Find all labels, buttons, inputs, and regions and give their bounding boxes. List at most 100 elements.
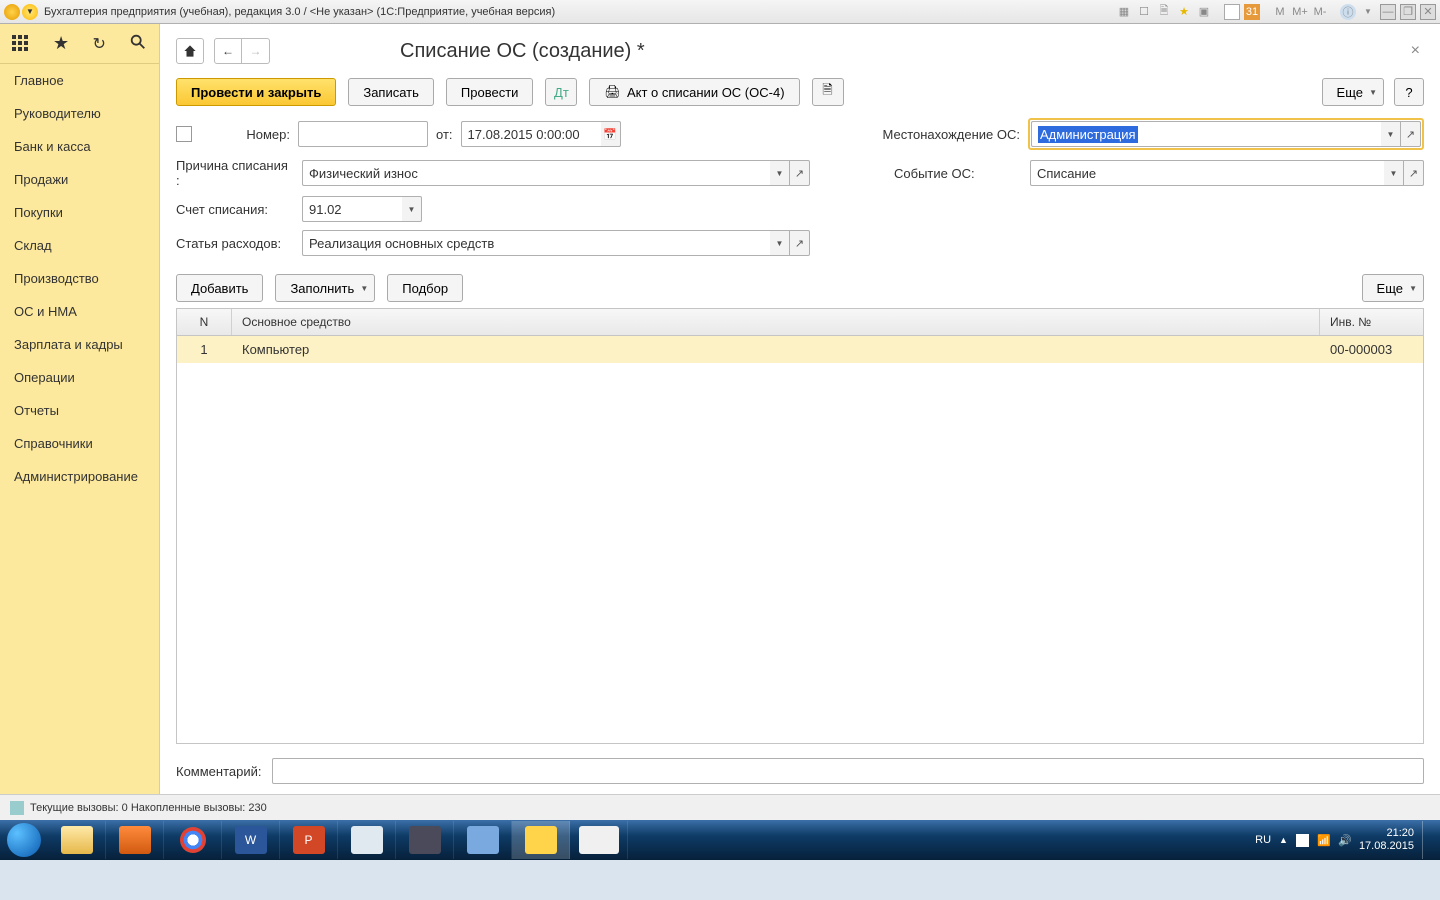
draft-checkbox[interactable]: [176, 126, 192, 142]
task-notes[interactable]: [454, 821, 512, 859]
comment-input[interactable]: [272, 758, 1425, 784]
sidebar-item-reports[interactable]: Отчеты: [0, 394, 159, 427]
add-button[interactable]: Добавить: [176, 274, 263, 302]
search-icon[interactable]: [129, 33, 147, 54]
sidebar-item-warehouse[interactable]: Склад: [0, 229, 159, 262]
sidebar-item-purchases[interactable]: Покупки: [0, 196, 159, 229]
maximize-button[interactable]: ❐: [1400, 4, 1416, 20]
th-inv[interactable]: Инв. №: [1320, 309, 1423, 335]
task-powerpoint[interactable]: P: [280, 821, 338, 859]
sidebar-item-admin[interactable]: Администрирование: [0, 460, 159, 493]
start-button[interactable]: [0, 820, 48, 860]
apps-icon[interactable]: [12, 35, 30, 53]
sidebar: ★ ↻ Главное Руководителю Банк и касса Пр…: [0, 24, 160, 794]
task-1c[interactable]: [512, 821, 570, 859]
tray-arrow-icon[interactable]: ▲: [1279, 835, 1288, 845]
event-label: Событие ОС:: [894, 166, 1022, 181]
favorite-icon[interactable]: ★: [53, 33, 69, 54]
sidebar-item-production[interactable]: Производство: [0, 262, 159, 295]
dropdown-icon[interactable]: ▼: [1381, 121, 1401, 147]
language-indicator[interactable]: RU: [1255, 834, 1271, 846]
minimize-button[interactable]: —: [1380, 4, 1396, 20]
task-media[interactable]: [106, 821, 164, 859]
task-word[interactable]: W: [222, 821, 280, 859]
back-button[interactable]: ←: [214, 38, 242, 64]
close-button[interactable]: ✕: [1420, 4, 1436, 20]
act-button[interactable]: 🖨 Акт о списании ОС (ОС-4): [589, 78, 799, 106]
task-explorer[interactable]: [48, 821, 106, 859]
show-desktop-button[interactable]: [1422, 821, 1430, 859]
m-button[interactable]: M: [1272, 4, 1288, 20]
task-app2[interactable]: [570, 821, 628, 859]
sidebar-item-catalogs[interactable]: Справочники: [0, 427, 159, 460]
sidebar-item-operations[interactable]: Операции: [0, 361, 159, 394]
toolbar-icon-3[interactable]: 🗎: [1156, 4, 1172, 20]
task-app1[interactable]: [396, 821, 454, 859]
sidebar-item-bank[interactable]: Банк и касса: [0, 130, 159, 163]
forward-button[interactable]: →: [242, 38, 270, 64]
open-ref-icon[interactable]: ↗: [790, 160, 810, 186]
toolbar-icon-5[interactable]: ▣: [1196, 4, 1212, 20]
calendar-icon[interactable]: 📅: [601, 121, 621, 147]
event-combo[interactable]: Списание ▼ ↗: [1030, 160, 1424, 186]
record-button[interactable]: Записать: [348, 78, 434, 106]
tray-flag-icon[interactable]: 🏳: [1296, 834, 1309, 847]
windows-taskbar: W P RU ▲ 🏳 📶 🔊 21:20 17.08.2015: [0, 820, 1440, 860]
m-minus-button[interactable]: M-: [1312, 4, 1328, 20]
th-n[interactable]: N: [177, 309, 232, 335]
sidebar-item-main[interactable]: Главное: [0, 64, 159, 97]
th-name[interactable]: Основное средство: [232, 309, 1320, 335]
table-row[interactable]: 1 Компьютер 00-000003: [177, 336, 1423, 363]
fill-button[interactable]: Заполнить: [275, 274, 375, 302]
expense-combo[interactable]: Реализация основных средств ▼ ↗: [302, 230, 810, 256]
location-combo[interactable]: Администрация ▼ ↗: [1031, 121, 1421, 147]
m-plus-button[interactable]: M+: [1292, 4, 1308, 20]
close-tab-button[interactable]: ×: [1407, 38, 1424, 64]
more-button[interactable]: Еще: [1322, 78, 1384, 106]
sidebar-item-hr[interactable]: Зарплата и кадры: [0, 328, 159, 361]
sidebar-item-sales[interactable]: Продажи: [0, 163, 159, 196]
number-input[interactable]: [298, 121, 428, 147]
post-button[interactable]: Провести: [446, 78, 534, 106]
dropdown-icon[interactable]: ▼: [1384, 160, 1404, 186]
info-icon[interactable]: ⓘ: [1340, 4, 1356, 20]
sidebar-item-assets[interactable]: ОС и НМА: [0, 295, 159, 328]
number-label: Номер:: [200, 127, 290, 142]
print-icon: 🖨: [604, 84, 621, 100]
attach-button[interactable]: 🗎: [812, 78, 844, 106]
open-ref-icon[interactable]: ↗: [790, 230, 810, 256]
calc-icon[interactable]: 31: [1244, 4, 1260, 20]
dropdown-icon[interactable]: ▼: [770, 160, 790, 186]
table-more-button[interactable]: Еще: [1362, 274, 1424, 302]
min-dropdown-icon[interactable]: ▼: [1360, 4, 1376, 20]
window-title-bar: ▼ Бухгалтерия предприятия (учебная), ред…: [0, 0, 1440, 24]
clock-date: 17.08.2015: [1359, 840, 1414, 853]
home-button[interactable]: [176, 38, 204, 64]
sidebar-item-manager[interactable]: Руководителю: [0, 97, 159, 130]
reason-combo[interactable]: Физический износ ▼ ↗: [302, 160, 810, 186]
date-input[interactable]: 17.08.2015 0:00:00 📅: [461, 121, 621, 147]
dropdown-icon[interactable]: ▼: [770, 230, 790, 256]
open-ref-icon[interactable]: ↗: [1401, 121, 1421, 147]
tray-network-icon[interactable]: 📶: [1317, 834, 1330, 847]
calendar-icon[interactable]: [1224, 4, 1240, 20]
app-icon: [4, 4, 20, 20]
cell-inv: 00-000003: [1320, 336, 1423, 363]
history-icon[interactable]: ↻: [93, 34, 106, 54]
toolbar-icon-2[interactable]: ☐: [1136, 4, 1152, 20]
help-button[interactable]: ?: [1394, 78, 1424, 106]
task-calc[interactable]: [338, 821, 396, 859]
dropdown-icon[interactable]: ▼: [22, 4, 38, 20]
open-ref-icon[interactable]: ↗: [1404, 160, 1424, 186]
clock[interactable]: 21:20 17.08.2015: [1359, 827, 1414, 853]
select-button[interactable]: Подбор: [387, 274, 463, 302]
status-bar: Текущие вызовы: 0 Накопленные вызовы: 23…: [0, 794, 1440, 820]
debit-credit-button[interactable]: Дт: [545, 78, 577, 106]
star-icon[interactable]: ★: [1176, 4, 1192, 20]
account-combo[interactable]: 91.02 ▼: [302, 196, 422, 222]
dropdown-icon[interactable]: ▼: [402, 196, 422, 222]
tray-volume-icon[interactable]: 🔊: [1338, 834, 1351, 847]
toolbar-icon-1[interactable]: ▦: [1116, 4, 1132, 20]
post-and-close-button[interactable]: Провести и закрыть: [176, 78, 336, 106]
task-chrome[interactable]: [164, 821, 222, 859]
